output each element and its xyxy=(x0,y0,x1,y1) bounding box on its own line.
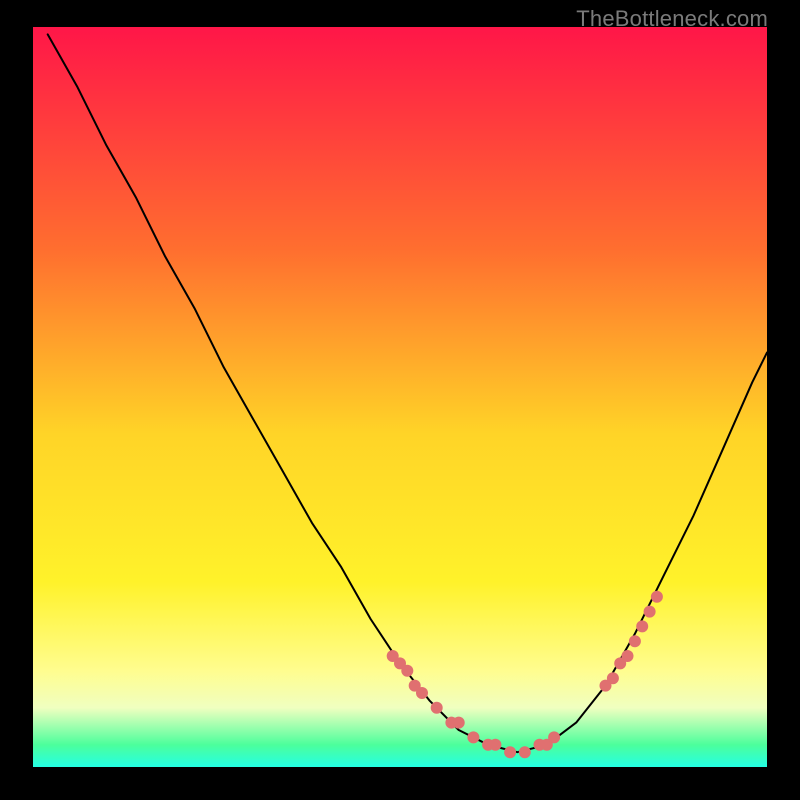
marker-dot xyxy=(416,687,428,699)
marker-dot xyxy=(607,672,619,684)
plot-area xyxy=(33,27,767,767)
marker-dot xyxy=(622,650,634,662)
marker-dot xyxy=(629,635,641,647)
marker-dot xyxy=(489,739,501,751)
chart-frame: TheBottleneck.com xyxy=(0,0,800,800)
chart-overlay xyxy=(33,27,767,767)
marker-group xyxy=(387,591,663,758)
marker-dot xyxy=(651,591,663,603)
marker-dot xyxy=(519,746,531,758)
marker-dot xyxy=(644,606,656,618)
marker-dot xyxy=(467,731,479,743)
marker-dot xyxy=(431,702,443,714)
marker-dot xyxy=(504,746,516,758)
marker-dot xyxy=(548,731,560,743)
marker-dot xyxy=(401,665,413,677)
bottleneck-curve xyxy=(48,34,767,752)
marker-dot xyxy=(453,717,465,729)
marker-dot xyxy=(636,620,648,632)
